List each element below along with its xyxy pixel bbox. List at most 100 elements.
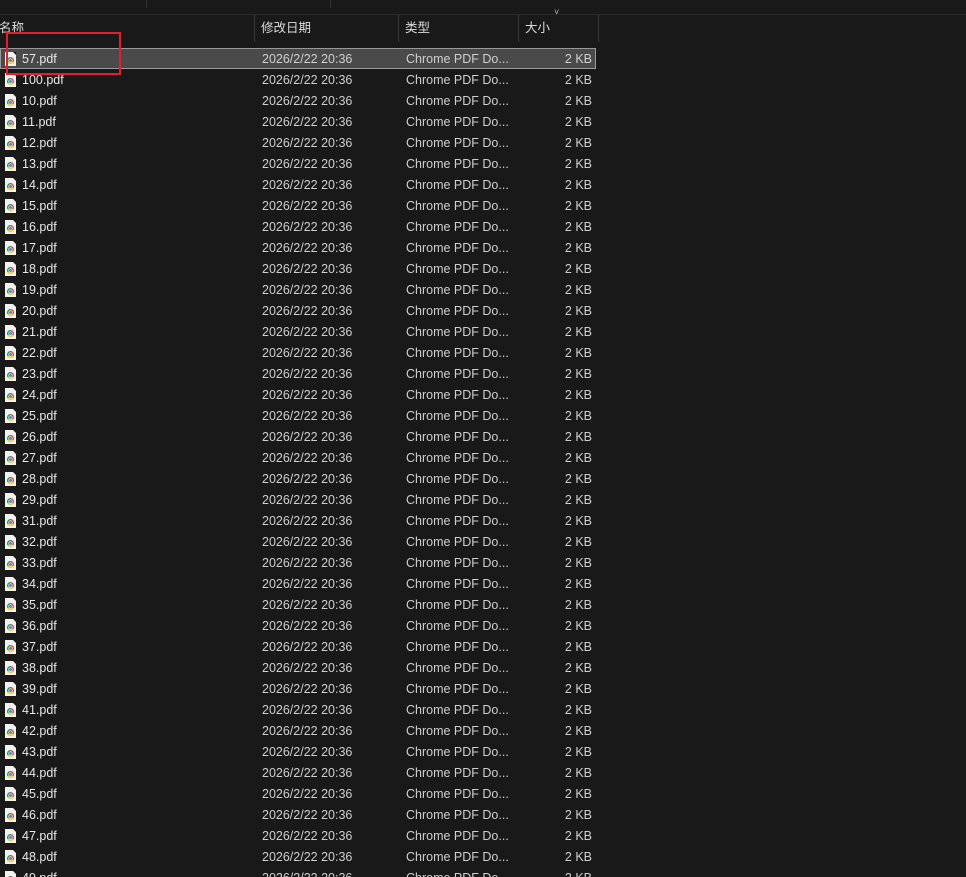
file-row[interactable]: 11.pdf 2026/2/22 20:36 Chrome PDF Do... 2 K…: [0, 111, 600, 132]
column-header-name[interactable]: 名称: [0, 15, 255, 42]
file-name-cell[interactable]: 25.pdf: [0, 408, 256, 423]
column-header-bar: 名称 修改日期 类型 ˅ 大小: [0, 7, 600, 42]
file-row[interactable]: 42.pdf 2026/2/22 20:36 Chrome PDF Do... 2 K…: [0, 720, 600, 741]
file-row[interactable]: 33.pdf 2026/2/22 20:36 Chrome PDF Do... 2 K…: [0, 552, 600, 573]
chrome-pdf-file-icon: [5, 114, 16, 129]
file-name-cell[interactable]: 43.pdf: [0, 744, 256, 759]
file-modified-date: 2026/2/22 20:36: [262, 513, 353, 528]
file-name-cell[interactable]: 17.pdf: [0, 240, 256, 255]
file-name-cell[interactable]: 28.pdf: [0, 471, 256, 486]
file-row[interactable]: 32.pdf 2026/2/22 20:36 Chrome PDF Do... 2 K…: [0, 531, 600, 552]
file-row[interactable]: 12.pdf 2026/2/22 20:36 Chrome PDF Do... 2 K…: [0, 132, 600, 153]
file-name: 19.pdf: [22, 282, 57, 297]
file-row[interactable]: 18.pdf 2026/2/22 20:36 Chrome PDF Do... 2 K…: [0, 258, 600, 279]
file-type: Chrome PDF Do...: [406, 93, 509, 108]
file-name-cell[interactable]: 37.pdf: [0, 639, 256, 654]
file-row[interactable]: 21.pdf 2026/2/22 20:36 Chrome PDF Do... 2 K…: [0, 321, 600, 342]
file-name-cell[interactable]: 47.pdf: [0, 828, 256, 843]
file-name-cell[interactable]: 16.pdf: [0, 219, 256, 234]
file-name-cell[interactable]: 11.pdf: [0, 114, 256, 129]
file-row[interactable]: 15.pdf 2026/2/22 20:36 Chrome PDF Do... 2 K…: [0, 195, 600, 216]
file-name-cell[interactable]: 36.pdf: [0, 618, 256, 633]
file-row[interactable]: 36.pdf 2026/2/22 20:36 Chrome PDF Do... 2 K…: [0, 615, 600, 636]
file-name-cell[interactable]: 12.pdf: [0, 135, 256, 150]
file-name-cell[interactable]: 34.pdf: [0, 576, 256, 591]
file-name-cell[interactable]: 27.pdf: [0, 450, 256, 465]
file-name-cell[interactable]: 49.pdf: [0, 870, 256, 877]
file-row[interactable]: 47.pdf 2026/2/22 20:36 Chrome PDF Do... 2 K…: [0, 825, 600, 846]
file-type: Chrome PDF Do...: [406, 849, 509, 864]
file-row[interactable]: 31.pdf 2026/2/22 20:36 Chrome PDF Do... 2 K…: [0, 510, 600, 531]
file-modified-date: 2026/2/22 20:36: [262, 114, 353, 129]
file-name-cell[interactable]: 46.pdf: [0, 807, 256, 822]
file-row[interactable]: 22.pdf 2026/2/22 20:36 Chrome PDF Do... 2 K…: [0, 342, 600, 363]
chrome-pdf-file-icon: [5, 471, 16, 486]
column-header-date[interactable]: 修改日期: [255, 15, 399, 42]
file-name-cell[interactable]: 29.pdf: [0, 492, 256, 507]
file-name-cell[interactable]: 23.pdf: [0, 366, 256, 381]
file-row[interactable]: 44.pdf 2026/2/22 20:36 Chrome PDF Do... 2 K…: [0, 762, 600, 783]
file-row[interactable]: 17.pdf 2026/2/22 20:36 Chrome PDF Do... 2 K…: [0, 237, 600, 258]
file-name-cell[interactable]: 21.pdf: [0, 324, 256, 339]
file-row[interactable]: 48.pdf 2026/2/22 20:36 Chrome PDF Do... 2 K…: [0, 846, 600, 867]
file-name-cell[interactable]: 45.pdf: [0, 786, 256, 801]
file-row[interactable]: 25.pdf 2026/2/22 20:36 Chrome PDF Do... 2 K…: [0, 405, 600, 426]
file-row[interactable]: 23.pdf 2026/2/22 20:36 Chrome PDF Do... 2 K…: [0, 363, 600, 384]
file-row[interactable]: 16.pdf 2026/2/22 20:36 Chrome PDF Do... 2 K…: [0, 216, 600, 237]
file-row[interactable]: 49.pdf 2026/2/22 20:36Chrome PDF Do...2 K…: [0, 867, 600, 877]
file-row[interactable]: 26.pdf 2026/2/22 20:36 Chrome PDF Do... 2 K…: [0, 426, 600, 447]
file-row[interactable]: 10.pdf 2026/2/22 20:36 Chrome PDF Do... 2 K…: [0, 90, 600, 111]
file-row[interactable]: 38.pdf 2026/2/22 20:36 Chrome PDF Do... 2 K…: [0, 657, 600, 678]
file-name-cell[interactable]: 20.pdf: [0, 303, 256, 318]
chrome-pdf-file-icon: [5, 366, 16, 381]
file-name-cell[interactable]: 22.pdf: [0, 345, 256, 360]
file-row[interactable]: 46.pdf 2026/2/22 20:36 Chrome PDF Do... 2 K…: [0, 804, 600, 825]
chrome-pdf-file-icon: [5, 723, 16, 738]
file-name-cell[interactable]: 35.pdf: [0, 597, 256, 612]
file-name-cell[interactable]: 14.pdf: [0, 177, 256, 192]
file-row[interactable]: 39.pdf 2026/2/22 20:36 Chrome PDF Do... 2 K…: [0, 678, 600, 699]
file-row[interactable]: 43.pdf 2026/2/22 20:36 Chrome PDF Do... 2 K…: [0, 741, 600, 762]
file-row[interactable]: 20.pdf 2026/2/22 20:36 Chrome PDF Do... 2 K…: [0, 300, 600, 321]
file-row[interactable]: 24.pdf 2026/2/22 20:36 Chrome PDF Do... 2 K…: [0, 384, 600, 405]
chrome-logo-icon: [7, 686, 14, 694]
file-row[interactable]: 14.pdf 2026/2/22 20:36 Chrome PDF Do... 2 K…: [0, 174, 600, 195]
file-name-cell[interactable]: 38.pdf: [0, 660, 256, 675]
file-name-cell[interactable]: 44.pdf: [0, 765, 256, 780]
file-name-cell[interactable]: 15.pdf: [0, 198, 256, 213]
file-name-cell[interactable]: 31.pdf: [0, 513, 256, 528]
file-name-cell[interactable]: 13.pdf: [0, 156, 256, 171]
file-name-cell[interactable]: 33.pdf: [0, 555, 256, 570]
column-header-type[interactable]: 类型: [399, 15, 519, 42]
file-name-cell[interactable]: 10.pdf: [0, 93, 256, 108]
chrome-logo-icon: [7, 833, 14, 841]
file-row[interactable]: 28.pdf 2026/2/22 20:36 Chrome PDF Do... 2 K…: [0, 468, 600, 489]
column-header-size[interactable]: ˅ 大小: [519, 7, 599, 42]
file-modified-date: 2026/2/22 20:36: [262, 576, 353, 591]
file-row[interactable]: 13.pdf 2026/2/22 20:36 Chrome PDF Do... 2 K…: [0, 153, 600, 174]
file-row[interactable]: 45.pdf 2026/2/22 20:36 Chrome PDF Do... 2 K…: [0, 783, 600, 804]
file-row[interactable]: 35.pdf 2026/2/22 20:36 Chrome PDF Do... 2 K…: [0, 594, 600, 615]
chrome-logo-icon: [7, 749, 14, 757]
file-name-cell[interactable]: 57.pdf: [0, 51, 256, 66]
file-name-cell[interactable]: 100.pdf: [0, 72, 256, 87]
file-row[interactable]: 37.pdf 2026/2/22 20:36 Chrome PDF Do... 2 K…: [0, 636, 600, 657]
file-size: 2 KB: [564, 93, 592, 108]
file-row[interactable]: 27.pdf 2026/2/22 20:36 Chrome PDF Do... 2 K…: [0, 447, 600, 468]
file-name-cell[interactable]: 26.pdf: [0, 429, 256, 444]
file-size: 2 KB: [564, 849, 592, 864]
file-row[interactable]: 100.pdf 2026/2/22 20:36 Chrome PDF Do... 2 …: [0, 69, 600, 90]
file-row[interactable]: 29.pdf 2026/2/22 20:36 Chrome PDF Do... 2 K…: [0, 489, 600, 510]
file-name-cell[interactable]: 41.pdf: [0, 702, 256, 717]
file-row[interactable]: 34.pdf 2026/2/22 20:36 Chrome PDF Do... 2 K…: [0, 573, 600, 594]
file-name-cell[interactable]: 39.pdf: [0, 681, 256, 696]
file-name-cell[interactable]: 42.pdf: [0, 723, 256, 738]
file-row[interactable]: 19.pdf 2026/2/22 20:36 Chrome PDF Do... 2 K…: [0, 279, 600, 300]
file-name-cell[interactable]: 48.pdf: [0, 849, 256, 864]
file-name-cell[interactable]: 19.pdf: [0, 282, 256, 297]
file-row[interactable]: 41.pdf 2026/2/22 20:36 Chrome PDF Do... 2 K…: [0, 699, 600, 720]
file-name-cell[interactable]: 32.pdf: [0, 534, 256, 549]
file-row-selected[interactable]: 57.pdf 2026/2/22 20:36 Chrome PDF Do... 2 K…: [0, 48, 596, 69]
file-name-cell[interactable]: 18.pdf: [0, 261, 256, 276]
file-name-cell[interactable]: 24.pdf: [0, 387, 256, 402]
